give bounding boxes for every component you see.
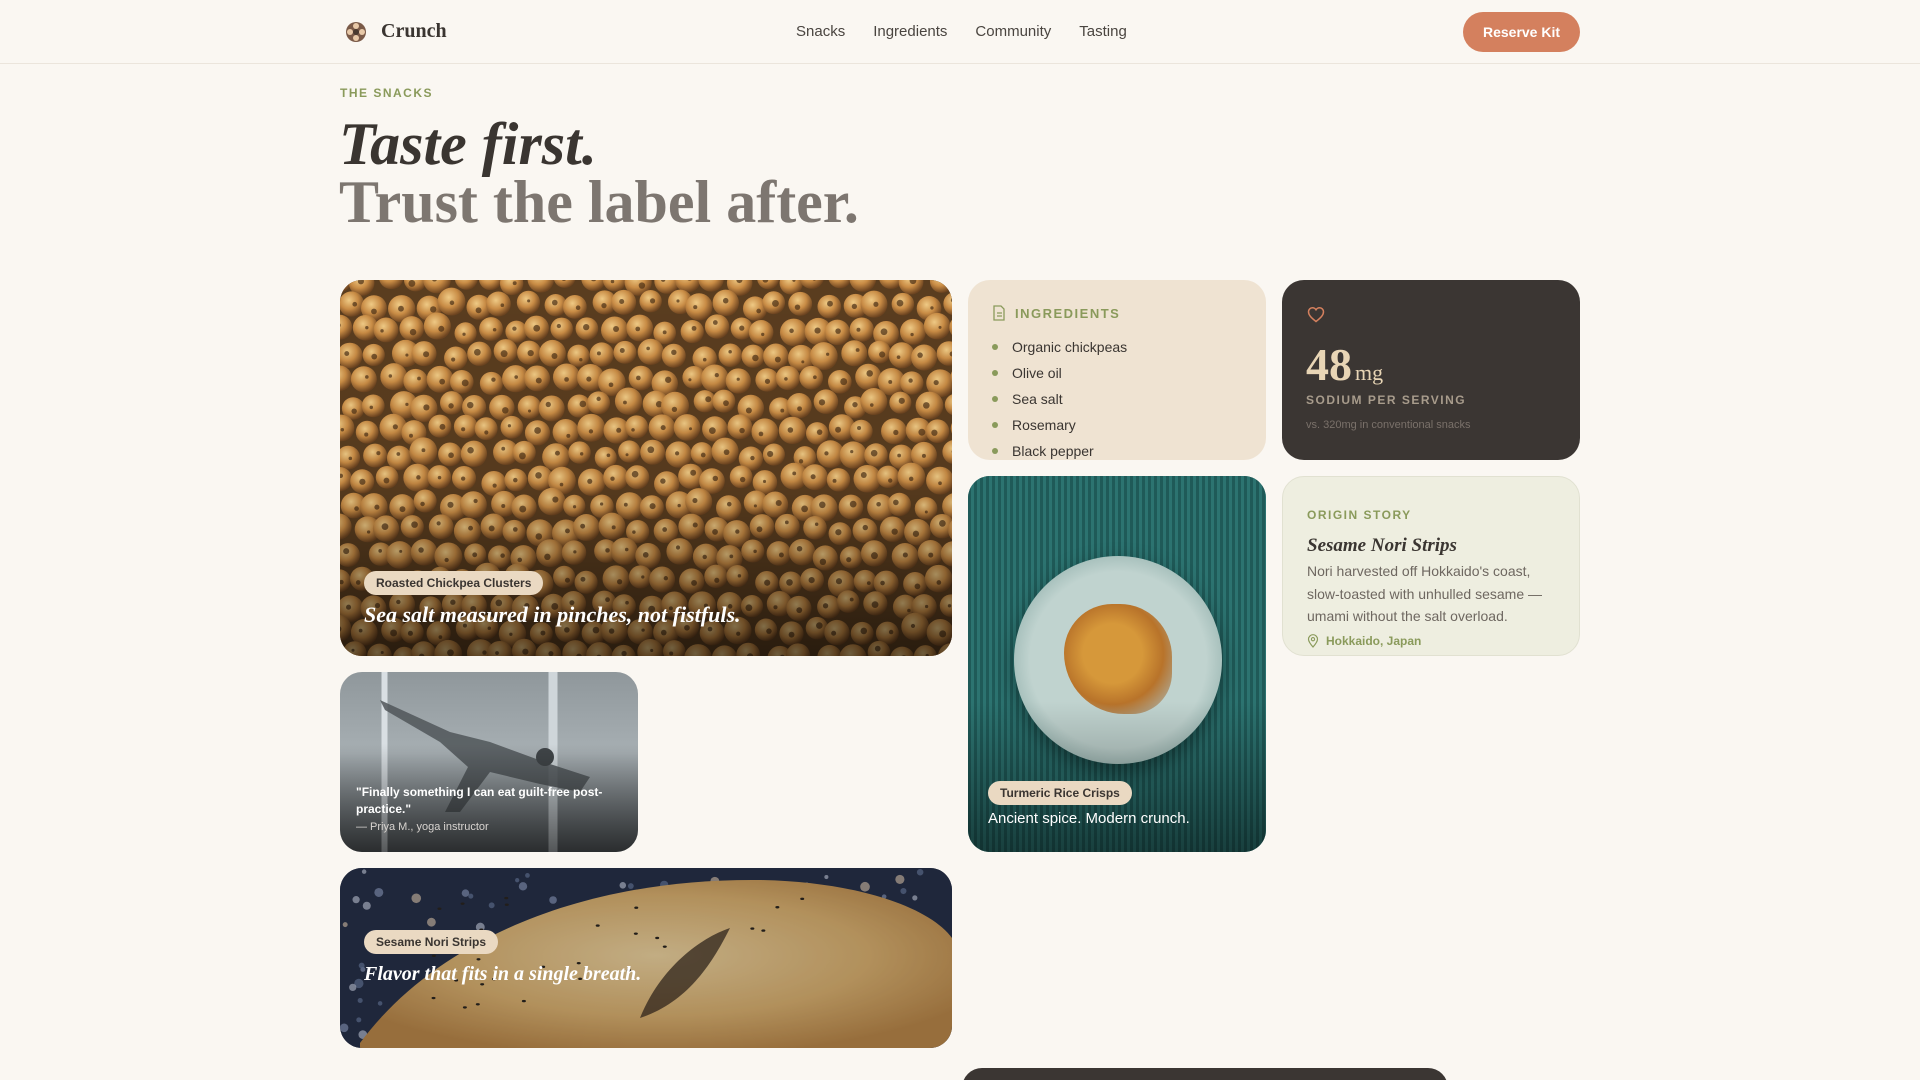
sodium-card: 48 mg SODIUM PER SERVING vs. 320mg in co… [1282, 280, 1580, 460]
sesame-strips-card[interactable]: Sesame Nori Strips Flavor that fits in a… [340, 868, 952, 1048]
nav-link-snacks[interactable]: Snacks [796, 23, 845, 40]
origin-story-card: ORIGIN STORY Sesame Nori Strips Nori har… [1282, 476, 1580, 656]
nav-link-tasting[interactable]: Tasting [1079, 23, 1127, 40]
flatbread-photo [340, 868, 952, 1048]
turmeric-card[interactable]: Turmeric Rice Crisps Ancient spice. Mode… [968, 476, 1266, 852]
document-icon [993, 305, 1005, 321]
sodium-label: SODIUM PER SERVING [1306, 393, 1467, 407]
nav-link-community[interactable]: Community [975, 23, 1051, 40]
ingredients-header: INGREDIENTS [992, 305, 1120, 321]
turmeric-pill: Turmeric Rice Crisps [988, 781, 1132, 805]
map-pin-icon [1307, 634, 1319, 648]
section-eyebrow: THE SNACKS [340, 86, 434, 100]
sodium-value: 48 [1306, 339, 1352, 390]
ingredient-item: Sea salt [992, 386, 1127, 412]
heart-icon [1307, 307, 1325, 323]
ingredient-item: Black pepper [992, 438, 1127, 460]
sodium-note: vs. 320mg in conventional snacks [1306, 419, 1471, 431]
top-nav: Crunch Snacks Ingredients Community Tast… [0, 0, 1920, 64]
ingredient-item: Organic chickpeas [992, 334, 1127, 360]
ingredient-item: Rosemary [992, 412, 1127, 438]
testimonial-card[interactable]: "Finally something I can eat guilt-free … [340, 672, 638, 852]
chickpea-caption: Sea salt measured in pinches, not fistfu… [364, 602, 741, 627]
ingredients-card: INGREDIENTS Organic chickpeas Olive oil … [968, 280, 1266, 460]
flower-logo-icon [346, 21, 366, 42]
reserve-kit-button[interactable]: Reserve Kit [1463, 12, 1580, 52]
headline-secondary: Trust the label after. [339, 169, 859, 235]
testimonial-quote: "Finally something I can eat guilt-free … [356, 785, 603, 816]
origin-label: ORIGIN STORY [1307, 508, 1412, 522]
origin-location: Hokkaido, Japan [1307, 634, 1421, 648]
sodium-unit: mg [1355, 360, 1384, 385]
bottom-floating-bar[interactable] [962, 1068, 1448, 1080]
origin-body: Nori harvested off Hokkaido's coast, slo… [1307, 563, 1543, 624]
ingredients-title: INGREDIENTS [1015, 305, 1121, 321]
sesame-caption: Flavor that fits in a single breath. [364, 963, 642, 985]
nav-links: Snacks Ingredients Community Tasting [796, 23, 1155, 40]
brand-name: Crunch [381, 20, 447, 42]
origin-title: Sesame Nori Strips [1307, 535, 1457, 556]
chickpea-pill: Roasted Chickpea Clusters [364, 571, 544, 595]
brand[interactable]: Crunch [345, 20, 447, 43]
chickpea-card[interactable]: Roasted Chickpea Clusters Sea salt measu… [340, 280, 952, 656]
nav-link-ingredients[interactable]: Ingredients [873, 23, 947, 40]
turmeric-caption: Ancient spice. Modern crunch. [988, 810, 1190, 827]
origin-location-text: Hokkaido, Japan [1326, 634, 1422, 648]
ingredients-list: Organic chickpeas Olive oil Sea salt Ros… [992, 334, 1127, 460]
sesame-pill: Sesame Nori Strips [364, 930, 499, 954]
ingredient-item: Olive oil [992, 360, 1127, 386]
chickpea-photo [340, 280, 952, 656]
testimonial-author: — Priya M., yoga instructor [356, 821, 489, 833]
